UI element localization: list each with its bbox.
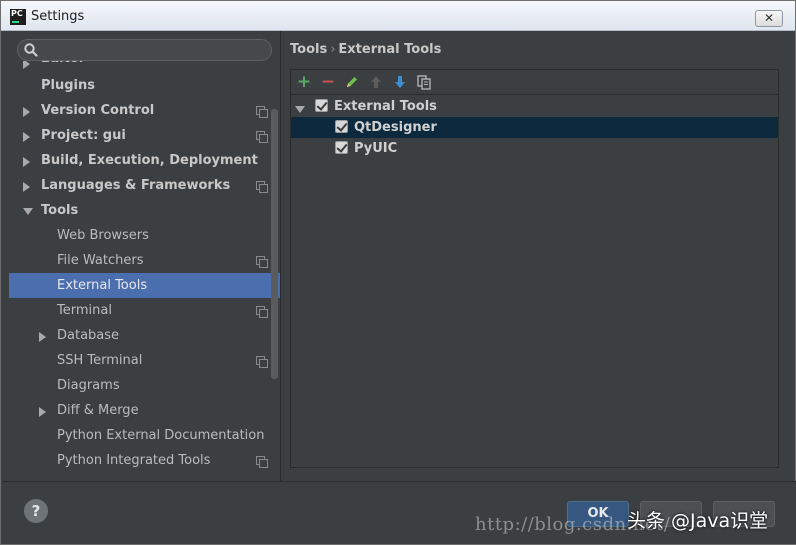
collapsed-arrow-icon[interactable]: [39, 332, 46, 342]
sidebar-item-python-integrated-tools[interactable]: Python Integrated Tools: [9, 448, 281, 473]
project-level-icon: [256, 131, 268, 143]
sidebar-item-label: Python External Documentation: [57, 428, 265, 443]
breadcrumb: Tools › External Tools: [290, 42, 441, 57]
settings-sidebar: Editor Plugins Version Control Project: gui…: [9, 31, 281, 481]
add-tool-button[interactable]: +: [295, 73, 313, 91]
sidebar-item-label: Editor: [41, 61, 85, 65]
sidebar-item-project-gui[interactable]: Project: gui: [9, 123, 281, 148]
sidebar-item-label: Plugins: [41, 78, 95, 93]
sidebar-item-label: File Watchers: [57, 253, 144, 268]
project-level-icon: [256, 256, 268, 268]
breadcrumb-separator: ›: [330, 42, 336, 57]
tool-checkbox-qtdesigner[interactable]: [335, 120, 348, 133]
sidebar-item-label: Terminal: [57, 303, 112, 318]
sidebar-item-label: External Tools: [57, 278, 148, 293]
sidebar-item-editor[interactable]: Editor: [9, 61, 281, 73]
tool-group-row[interactable]: External Tools: [291, 96, 778, 117]
copy-tool-button[interactable]: [415, 73, 433, 91]
sidebar-item-label: Diagrams: [57, 378, 120, 393]
collapsed-arrow-icon[interactable]: [23, 61, 30, 69]
project-level-icon: [256, 356, 268, 368]
help-button[interactable]: ?: [24, 499, 48, 523]
search-icon: [24, 43, 38, 57]
sidebar-item-external-tools[interactable]: External Tools: [9, 273, 281, 298]
sidebar-item-label: Languages & Frameworks: [41, 178, 231, 193]
settings-content: Tools › External Tools + − External Tool…: [281, 31, 795, 481]
collapsed-arrow-icon[interactable]: [23, 157, 30, 167]
sidebar-item-label: Python Integrated Tools: [57, 453, 211, 468]
sidebar-item-label: Version Control: [41, 103, 155, 118]
tool-label-qtdesigner: QtDesigner: [354, 120, 437, 135]
tool-group-checkbox[interactable]: [315, 99, 328, 112]
external-tools-tree: External Tools QtDesigner PyUIC: [291, 96, 778, 159]
sidebar-item-python-external-documentation[interactable]: Python External Documentation: [9, 423, 281, 448]
tool-checkbox-pyuic[interactable]: [335, 141, 348, 154]
collapsed-arrow-icon[interactable]: [23, 182, 30, 192]
tools-toolbar: + −: [291, 70, 778, 95]
move-down-button[interactable]: [391, 73, 409, 91]
breadcrumb-current: External Tools: [338, 42, 442, 57]
edit-tool-button[interactable]: [343, 73, 361, 91]
move-up-button[interactable]: [367, 73, 385, 91]
move-down-icon: [395, 76, 405, 88]
sidebar-item-file-watchers[interactable]: File Watchers: [9, 248, 281, 273]
tool-group-label: External Tools: [334, 99, 437, 114]
edit-icon: [347, 77, 357, 87]
external-tools-panel: + − External Tools QtDesigner PyUIC: [290, 69, 779, 468]
tool-row-qtdesigner[interactable]: QtDesigner: [291, 117, 778, 138]
move-up-icon: [371, 76, 381, 88]
pycharm-logo-icon: PC: [10, 9, 26, 25]
sidebar-item-label: Build, Execution, Deployment: [41, 153, 258, 168]
settings-tree: Editor Plugins Version Control Project: gui…: [9, 61, 281, 473]
sidebar-item-languages-frameworks[interactable]: Languages & Frameworks: [9, 173, 281, 198]
sidebar-item-label: Web Browsers: [57, 228, 149, 243]
collapsed-arrow-icon[interactable]: [39, 407, 46, 417]
copy-icon: [417, 74, 431, 90]
close-button[interactable]: ✕: [755, 10, 783, 27]
sidebar-item-terminal[interactable]: Terminal: [9, 298, 281, 323]
sidebar-item-label: Diff & Merge: [57, 403, 139, 418]
tool-label-pyuic: PyUIC: [354, 141, 398, 156]
sidebar-item-build-execution-deployment[interactable]: Build, Execution, Deployment: [9, 148, 281, 173]
sidebar-item-ssh-terminal[interactable]: SSH Terminal: [9, 348, 281, 373]
sidebar-item-label: SSH Terminal: [57, 353, 143, 368]
sidebar-item-diff-merge[interactable]: Diff & Merge: [9, 398, 281, 423]
title-bar: PC Settings ✕: [1, 1, 795, 31]
watermark-brand: 头条 @Java识堂: [627, 510, 769, 532]
settings-window: PC Settings ✕ Editor Plugins Version Contr…: [0, 0, 796, 545]
expanded-arrow-icon[interactable]: [23, 208, 33, 215]
remove-icon: −: [320, 72, 336, 92]
breadcrumb-parent[interactable]: Tools: [290, 42, 327, 57]
sidebar-scrollbar[interactable]: [271, 109, 278, 379]
project-level-icon: [256, 456, 268, 468]
sidebar-item-label: Tools: [41, 203, 79, 218]
remove-tool-button[interactable]: −: [319, 73, 337, 91]
search-input[interactable]: [17, 39, 272, 61]
tool-row-pyuic[interactable]: PyUIC: [291, 138, 778, 159]
collapsed-arrow-icon[interactable]: [23, 132, 30, 142]
sidebar-item-diagrams[interactable]: Diagrams: [9, 373, 281, 398]
sidebar-item-label: Database: [57, 328, 120, 343]
collapsed-arrow-icon[interactable]: [23, 107, 30, 117]
add-icon: +: [296, 72, 312, 92]
sidebar-item-version-control[interactable]: Version Control: [9, 98, 281, 123]
project-level-icon: [256, 106, 268, 118]
project-level-icon: [256, 181, 268, 193]
sidebar-item-database[interactable]: Database: [9, 323, 281, 348]
window-title: Settings: [31, 9, 85, 24]
sidebar-item-tools[interactable]: Tools: [9, 198, 281, 223]
sidebar-item-web-browsers[interactable]: Web Browsers: [9, 223, 281, 248]
project-level-icon: [256, 306, 268, 318]
sidebar-item-plugins[interactable]: Plugins: [9, 73, 281, 98]
expand-arrow-icon[interactable]: [295, 106, 305, 113]
sidebar-item-label: Project: gui: [41, 128, 126, 143]
